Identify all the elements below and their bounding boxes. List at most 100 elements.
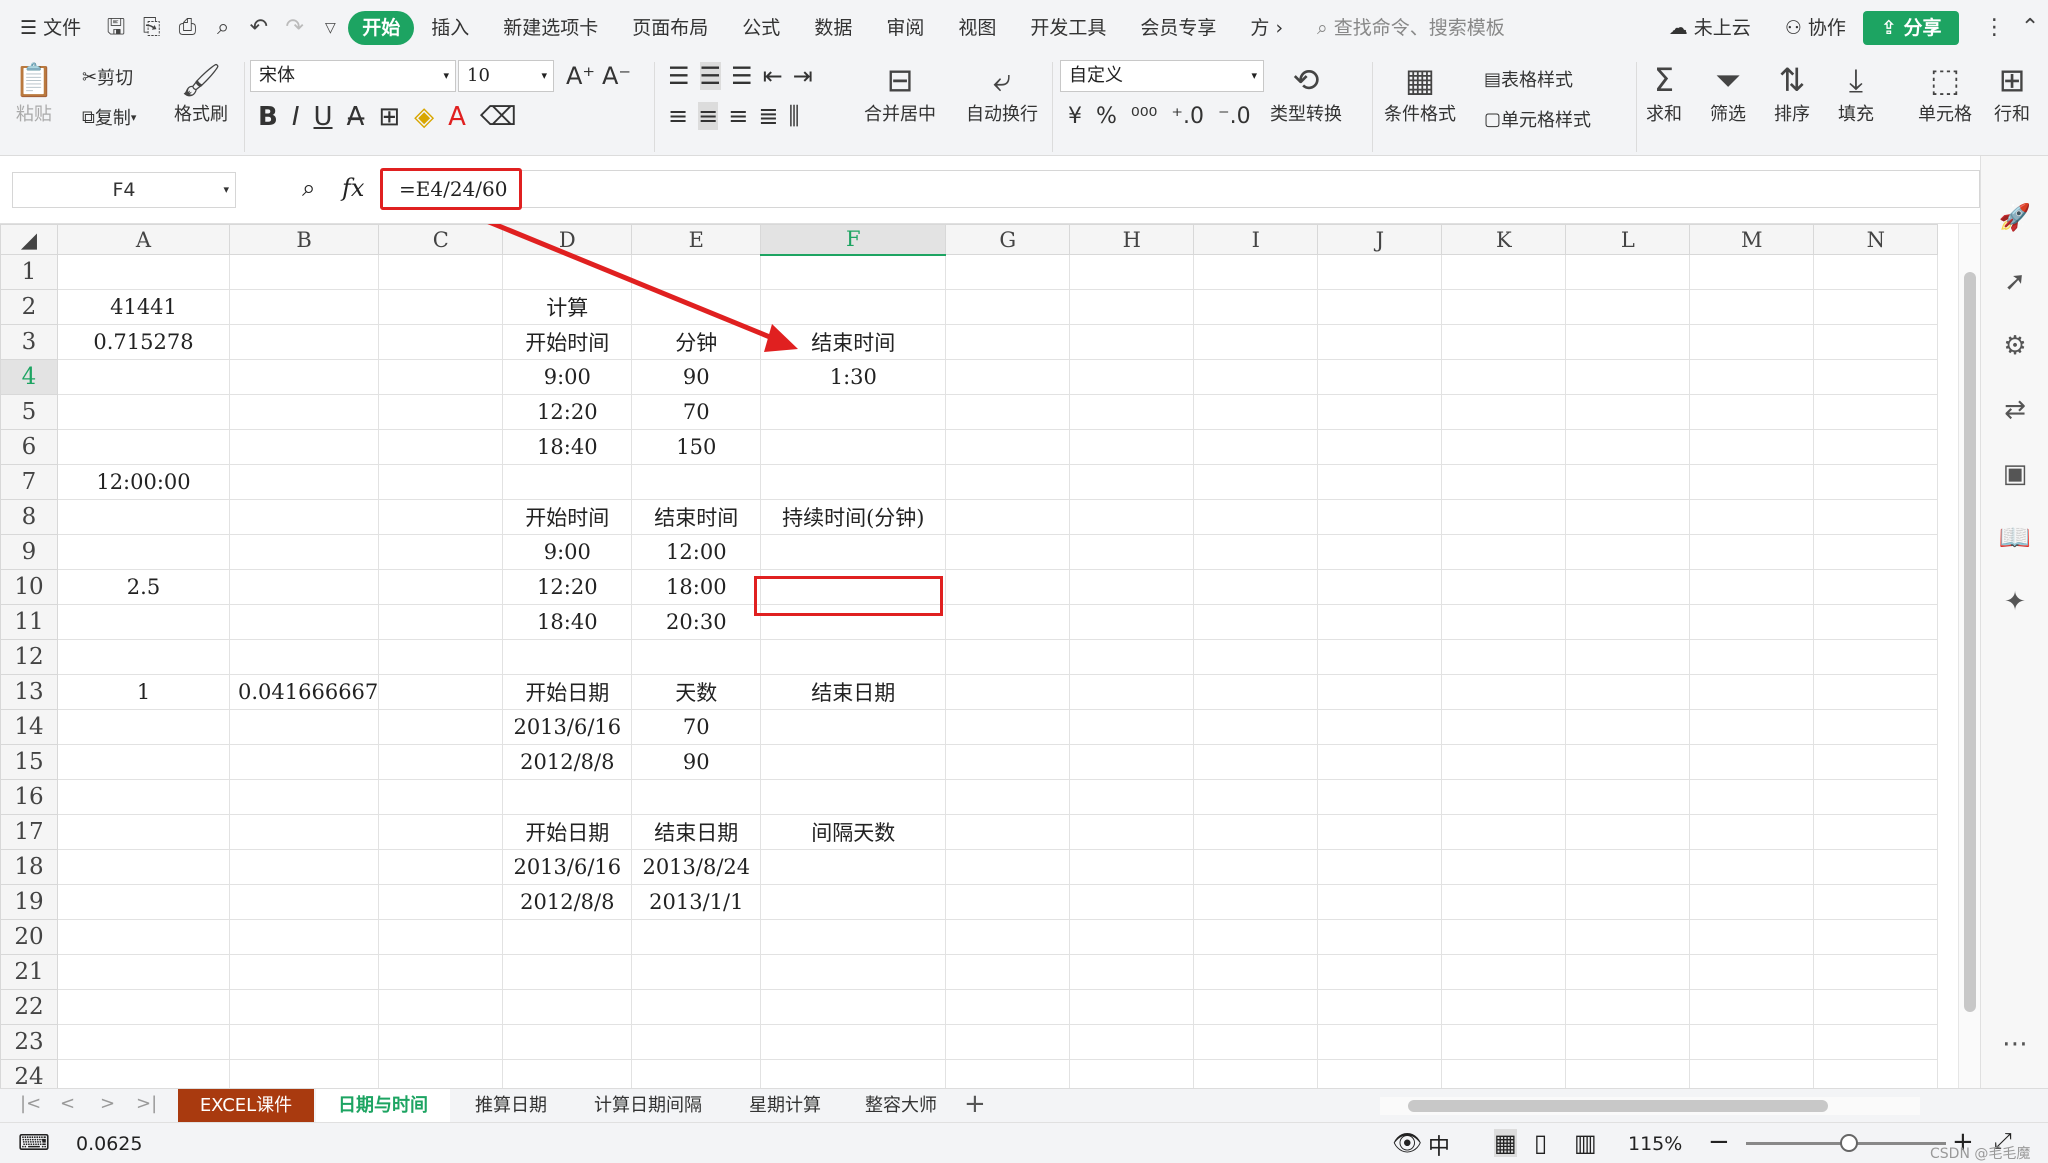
zoom-out-icon[interactable]: − xyxy=(1708,1127,1730,1157)
scrollbar-thumb[interactable] xyxy=(1964,272,1976,1012)
redo-icon[interactable]: ↷ xyxy=(280,13,310,43)
sheet-tab[interactable]: EXCEL课件 xyxy=(178,1089,314,1122)
zoom-level[interactable]: 115% xyxy=(1628,1133,1682,1155)
copy-button[interactable]: ⧉ 复制 ▾ xyxy=(82,104,136,130)
more-menu-icon[interactable]: ⋮ xyxy=(1979,13,2009,43)
eye-protect-icon[interactable]: 👁 xyxy=(1392,1129,1422,1157)
font-size-select[interactable]: 10 ▾ xyxy=(458,60,554,92)
file-menu[interactable]: ☰ 文件 xyxy=(0,11,98,45)
sheet-tab-active[interactable]: 日期与时间 xyxy=(316,1089,450,1122)
rocket-icon[interactable]: 🚀 xyxy=(1981,186,2048,250)
increase-decimal-icon[interactable]: ⁺.0 xyxy=(1171,104,1204,129)
sort-button[interactable]: ⇅ 排序 xyxy=(1774,60,1810,126)
first-sheet-icon[interactable]: |< xyxy=(20,1093,41,1114)
settings-sliders-icon[interactable]: ⚙ xyxy=(1981,314,2048,378)
table-style-button[interactable]: ▤ 表格样式 xyxy=(1484,66,1573,92)
tab-review[interactable]: 审阅 xyxy=(869,11,941,45)
tab-view[interactable]: 视图 xyxy=(941,11,1013,45)
cells-button[interactable]: ⬚ 单元格 xyxy=(1918,60,1972,126)
align-middle-icon[interactable]: ☰ xyxy=(699,62,722,90)
font-color-icon[interactable]: A xyxy=(448,102,466,132)
transform-icon[interactable]: ⇄ xyxy=(1981,378,2048,442)
rows-cols-button[interactable]: ⊞ 行和 xyxy=(1994,60,2030,126)
share-button[interactable]: ⇪ 分享 xyxy=(1862,11,1960,45)
macro-icon[interactable]: ⌨ xyxy=(18,1131,50,1156)
tab-developer[interactable]: 开发工具 xyxy=(1013,11,1123,45)
tab-formula[interactable]: 公式 xyxy=(725,11,797,45)
next-sheet-icon[interactable]: > xyxy=(100,1093,115,1114)
page-break-view-icon[interactable]: ▥ xyxy=(1574,1129,1597,1157)
fill-button[interactable]: ⤓ 填充 xyxy=(1838,60,1874,126)
indent-increase-icon[interactable]: ⇥ xyxy=(793,62,813,90)
indent-decrease-icon[interactable]: ⇤ xyxy=(763,62,783,90)
zoom-slider-knob[interactable] xyxy=(1840,1134,1858,1152)
vertical-scrollbar[interactable] xyxy=(1958,224,1980,1088)
spark-icon[interactable]: ✦ xyxy=(1981,570,2048,634)
thousands-icon[interactable]: ⁰⁰⁰ xyxy=(1131,104,1157,129)
export-pdf-icon[interactable]: ⎘ xyxy=(137,13,167,43)
type-convert-button[interactable]: ⟲ 类型转换 xyxy=(1270,60,1342,126)
format-painter-button[interactable]: 🖌 格式刷 xyxy=(174,60,228,126)
sheet-tab[interactable]: 整容大师 xyxy=(846,1089,956,1122)
collab-button[interactable]: ⚇ 协作 xyxy=(1768,11,1863,45)
fill-color-icon[interactable]: ◈ xyxy=(414,102,434,132)
decrease-decimal-icon[interactable]: ⁻.0 xyxy=(1218,104,1251,129)
name-box[interactable]: F4 ▾ xyxy=(12,172,236,208)
cell-style-button[interactable]: ▢ 单元格样式 xyxy=(1484,106,1591,132)
align-bottom-icon[interactable]: ☰ xyxy=(731,62,753,90)
decrease-font-icon[interactable]: A⁻ xyxy=(602,62,631,90)
bold-icon[interactable]: B xyxy=(258,102,278,132)
distribute-icon[interactable]: ⫼ xyxy=(788,102,799,130)
font-family-select[interactable]: 宋体 ▾ xyxy=(250,60,456,92)
add-sheet-icon[interactable]: + xyxy=(964,1089,986,1119)
merge-center-button[interactable]: ⊟ 合并居中 xyxy=(864,60,936,126)
chart-icon[interactable]: ▣ xyxy=(1981,442,2048,506)
align-right-icon[interactable]: ≡ xyxy=(728,102,748,130)
tab-data[interactable]: 数据 xyxy=(797,11,869,45)
currency-icon[interactable]: ¥ xyxy=(1068,104,1082,129)
page-layout-view-icon[interactable]: ▯ xyxy=(1534,1129,1547,1157)
collapse-ribbon-icon[interactable]: ⌃ xyxy=(2015,13,2045,43)
strikethrough-icon[interactable]: A̶ xyxy=(347,102,365,132)
wrap-text-button[interactable]: ⤶ 自动换行 xyxy=(966,60,1038,126)
underline-icon[interactable]: U xyxy=(314,102,333,132)
print-preview-icon[interactable]: ⌕ xyxy=(208,13,238,43)
tab-home[interactable]: 开始 xyxy=(348,11,415,45)
percent-icon[interactable]: % xyxy=(1096,104,1117,129)
sheet-tab[interactable]: 星期计算 xyxy=(730,1089,840,1122)
save-icon[interactable]: 🖫 xyxy=(101,13,131,43)
italic-icon[interactable]: I xyxy=(292,102,300,132)
tab-new[interactable]: 新建选项卡 xyxy=(486,11,615,45)
conditional-format-button[interactable]: ▦ 条件格式 xyxy=(1384,60,1456,126)
align-left-icon[interactable]: ≡ xyxy=(668,102,688,130)
scrollbar-thumb[interactable] xyxy=(1408,1100,1828,1112)
paste-button[interactable]: 📋 粘贴 xyxy=(14,60,54,126)
formula-input[interactable]: =E4/24/60 xyxy=(380,170,1980,208)
tab-page-layout[interactable]: 页面布局 xyxy=(615,11,725,45)
filter-button[interactable]: ⏷ 筛选 xyxy=(1710,60,1746,126)
tab-member[interactable]: 会员专享 xyxy=(1123,11,1233,45)
cut-button[interactable]: ✂ 剪切 xyxy=(82,64,133,90)
prev-sheet-icon[interactable]: < xyxy=(60,1093,75,1114)
clear-format-icon[interactable]: ⌫ xyxy=(480,102,517,132)
print-icon[interactable]: ⎙ xyxy=(173,13,203,43)
sheet-tab[interactable]: 推算日期 xyxy=(456,1089,566,1122)
book-icon[interactable]: 📖 xyxy=(1981,506,2048,570)
normal-view-icon[interactable]: ▦ xyxy=(1494,1129,1517,1157)
align-center-icon[interactable]: ≡ xyxy=(698,102,719,130)
more-dots-icon[interactable]: ⋯ xyxy=(1981,1012,2048,1076)
fx-icon[interactable]: fx xyxy=(342,174,364,202)
number-format-select[interactable]: 自定义 ▾ xyxy=(1060,60,1264,92)
justify-icon[interactable]: ≣ xyxy=(758,102,778,130)
align-top-icon[interactable]: ☰ xyxy=(668,62,690,90)
input-method-icon[interactable]: 中 xyxy=(1428,1129,1450,1161)
increase-font-icon[interactable]: A⁺ xyxy=(566,62,595,90)
border-icon[interactable]: ⊞ xyxy=(378,102,400,132)
undo-icon[interactable]: ↶ xyxy=(244,13,274,43)
tab-insert[interactable]: 插入 xyxy=(414,11,486,45)
quick-access-dropdown-icon[interactable]: ▽ xyxy=(316,13,346,43)
search-command[interactable]: ⌕ 查找命令、搜索模板 xyxy=(1300,11,1522,45)
cloud-status[interactable]: ☁ 未上云 xyxy=(1652,11,1768,45)
tab-more[interactable]: 方 › xyxy=(1233,11,1300,45)
zoom-formula-icon[interactable]: ⌕ xyxy=(302,174,315,202)
